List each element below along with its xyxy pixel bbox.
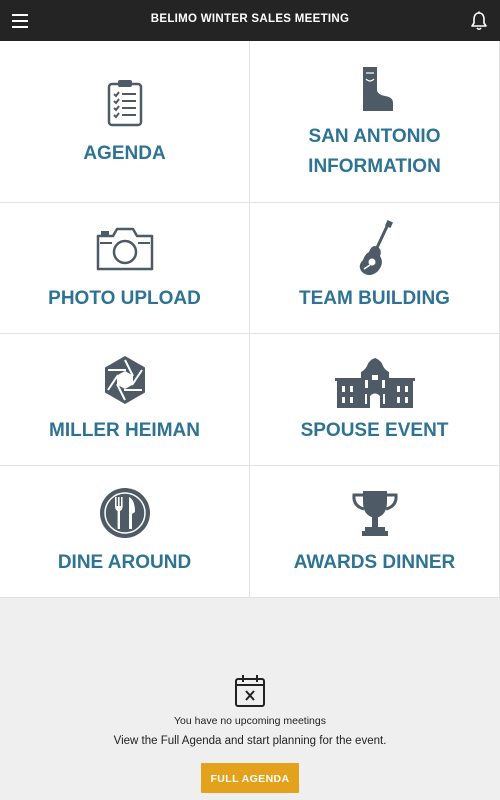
camera-icon xyxy=(96,227,153,271)
tile-miller-heiman[interactable]: MILLER HEIMAN xyxy=(0,334,250,466)
no-meetings-sub-message: View the Full Agenda and start planning … xyxy=(113,735,387,747)
tile-photo-upload[interactable]: PHOTO UPLOAD xyxy=(0,203,250,334)
app-title: BELIMO WINTER SALES MEETING xyxy=(150,13,350,25)
app-header: BELIMO WINTER SALES MEETING xyxy=(0,0,500,41)
tile-team-building-label: TEAM BUILDING xyxy=(299,288,450,309)
calendar-x-icon xyxy=(235,675,265,707)
cowboy-boot-icon xyxy=(362,67,393,111)
guitar-icon xyxy=(359,220,393,275)
clipboard-checklist-icon xyxy=(107,80,142,127)
upcoming-meetings-empty-state: You have no upcoming meetings View the F… xyxy=(0,598,500,800)
feature-grid: AGENDA SAN ANTONIO INFORMATION PHOTO UPL… xyxy=(0,41,500,598)
full-agenda-button[interactable]: FULL AGENDA xyxy=(201,763,299,793)
tile-spouse-event[interactable]: SPOUSE EVENT xyxy=(250,334,500,466)
tile-san-antonio-information[interactable]: SAN ANTONIO INFORMATION xyxy=(250,41,500,203)
no-meetings-message: You have no upcoming meetings xyxy=(174,715,326,727)
tile-agenda[interactable]: AGENDA xyxy=(0,41,250,203)
bell-icon[interactable] xyxy=(468,10,490,32)
fork-knife-icon xyxy=(99,488,150,538)
tile-dine-around[interactable]: DINE AROUND xyxy=(0,466,250,598)
tile-san-antonio-label-line1: SAN ANTONIO xyxy=(308,126,441,147)
trophy-icon xyxy=(351,491,398,536)
tile-awards-dinner[interactable]: AWARDS DINNER xyxy=(250,466,500,598)
tile-miller-heiman-label: MILLER HEIMAN xyxy=(49,420,200,441)
tile-agenda-label: AGENDA xyxy=(83,143,166,164)
tile-photo-upload-label: PHOTO UPLOAD xyxy=(48,288,201,309)
tile-san-antonio-label-line2: INFORMATION xyxy=(308,156,441,177)
tile-dine-around-label: DINE AROUND xyxy=(57,552,192,573)
tile-spouse-event-label: SPOUSE EVENT xyxy=(300,420,449,441)
tile-team-building[interactable]: TEAM BUILDING xyxy=(250,203,500,334)
tile-awards-dinner-label: AWARDS DINNER xyxy=(293,552,456,573)
aperture-icon xyxy=(104,356,145,404)
alamo-building-icon xyxy=(334,358,415,408)
